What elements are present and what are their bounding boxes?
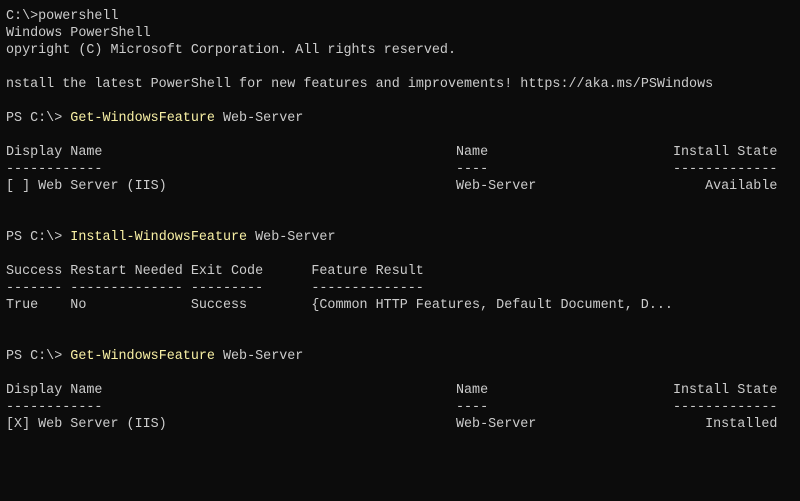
divider: -------------- xyxy=(311,281,424,296)
output-line: opyright (C) Microsoft Corporation. All … xyxy=(6,43,456,58)
argument: Web-Server xyxy=(214,111,304,126)
argument: Web-Server xyxy=(214,349,304,364)
divider: -------------- xyxy=(70,281,183,296)
cell-restart-needed: No xyxy=(70,298,87,313)
divider: ------------- xyxy=(672,400,778,415)
cell-display-name: [ ] Web Server (IIS) xyxy=(6,179,167,194)
header-name: Name xyxy=(455,145,489,160)
divider: ------------- xyxy=(672,162,778,177)
header-exit-code: Exit Code xyxy=(190,264,264,279)
output-line: nstall the latest PowerShell for new fea… xyxy=(6,77,714,92)
divider: ------------ xyxy=(6,400,103,415)
command-line: PS C:\> Get-WindowsFeature Web-Server xyxy=(6,348,800,365)
table-divider: ------------ ---- ------------- xyxy=(6,161,800,178)
powershell-terminal[interactable]: C:\>powershell Windows PowerShell opyrig… xyxy=(6,8,800,433)
header-success: Success xyxy=(6,264,63,279)
command-line: PS C:\> Install-WindowsFeature Web-Serve… xyxy=(6,229,800,246)
argument: Web-Server xyxy=(247,230,336,245)
divider: ---- xyxy=(455,162,489,177)
cell-display-name: [X] Web Server (IIS) xyxy=(6,417,167,432)
divider: ------------ xyxy=(6,162,103,177)
cell-feature-result: {Common HTTP Features, Default Document,… xyxy=(311,298,673,313)
table-row: [X] Web Server (IIS) Web-Server Installe… xyxy=(6,416,800,433)
header-install-state: Install State xyxy=(672,145,778,160)
table-header: Display Name Name Install State xyxy=(6,144,800,161)
header-feature-result: Feature Result xyxy=(311,264,424,279)
prompt: PS C:\> xyxy=(6,111,71,126)
cmdlet: Get-WindowsFeature xyxy=(70,349,215,364)
header-install-state: Install State xyxy=(672,383,778,398)
header-display-name: Display Name xyxy=(6,145,103,160)
cmdlet: Install-WindowsFeature xyxy=(70,230,248,245)
cell-install-state: Installed xyxy=(705,417,778,432)
table-row: [ ] Web Server (IIS) Web-Server Availabl… xyxy=(6,178,800,195)
command-line: PS C:\> Get-WindowsFeature Web-Server xyxy=(6,110,800,127)
prompt: PS C:\> xyxy=(6,230,71,245)
header-restart-needed: Restart Needed xyxy=(70,264,183,279)
table-header: Success Restart Needed Exit Code Feature… xyxy=(6,263,800,280)
cell-name: Web-Server xyxy=(455,179,537,194)
output-line: Windows PowerShell xyxy=(6,26,151,41)
prompt: PS C:\> xyxy=(6,349,71,364)
header-name: Name xyxy=(455,383,489,398)
cmdlet: Get-WindowsFeature xyxy=(70,111,215,126)
divider: ---- xyxy=(455,400,489,415)
cell-exit-code: Success xyxy=(190,298,248,313)
output-line: C:\>powershell xyxy=(6,9,119,24)
header-display-name: Display Name xyxy=(6,383,103,398)
cell-success: True xyxy=(6,298,39,313)
divider: ------- xyxy=(6,281,63,296)
cell-name: Web-Server xyxy=(455,417,537,432)
table-divider: ------- -------------- --------- -------… xyxy=(6,280,800,297)
table-header: Display Name Name Install State xyxy=(6,382,800,399)
table-divider: ------------ ---- ------------- xyxy=(6,399,800,416)
divider: --------- xyxy=(190,281,264,296)
table-row: True No Success {Common HTTP Features, D… xyxy=(6,297,800,314)
cell-install-state: Available xyxy=(705,179,778,194)
